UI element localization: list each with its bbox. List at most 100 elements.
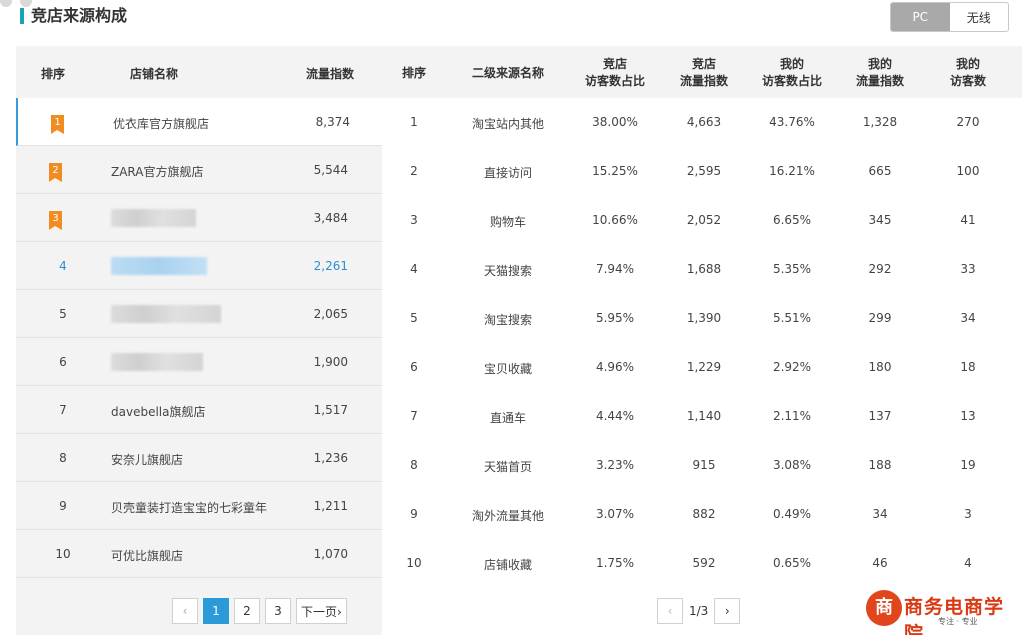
row-my-visitor-share: 2.92% (772, 360, 812, 374)
rank-medal-icon: 1 (51, 115, 64, 134)
shop-name: 贝壳童装打造宝宝的七彩童年 (111, 501, 268, 515)
shop-name: 优衣库官方旗舰店 (113, 117, 210, 131)
row-rank: 3 (410, 213, 418, 227)
row-my-visitor-share: 16.21% (769, 164, 815, 178)
page-button-2[interactable]: 2 (234, 598, 260, 624)
row-source-name: 直通车 (489, 411, 526, 425)
page-button-1[interactable]: 1 (203, 598, 229, 624)
title-accent-bar (20, 8, 24, 24)
row-my-visitors: 18 (960, 360, 976, 374)
next-page-button[interactable]: › (714, 598, 741, 624)
row-my-visitors: 34 (960, 311, 976, 325)
device-toggle[interactable]: PC 无线 (890, 2, 1009, 32)
shop-row[interactable]: 4 2,261 (16, 242, 382, 290)
shop-traffic-value: 5,544 (313, 163, 348, 177)
row-rank: 8 (410, 458, 418, 472)
source-row[interactable]: 7 直通车 4.44% 1,140 2.11% 137 13 (382, 392, 1022, 441)
shop-name: 可优比旗舰店 (111, 549, 184, 563)
rank-medal-icon: 3 (49, 211, 62, 230)
row-source-name: 淘宝站内其他 (471, 117, 544, 131)
row-rival-traffic-index: 592 (692, 556, 716, 570)
page-button-3[interactable]: 3 (265, 598, 291, 624)
source-row[interactable]: 2 直接访问 15.25% 2,595 16.21% 665 100 (382, 147, 1022, 196)
row-my-traffic-index: 665 (868, 164, 892, 178)
row-my-visitors: 41 (960, 213, 976, 227)
row-rank: 2 (410, 164, 418, 178)
row-source-name: 直接访问 (483, 166, 532, 180)
row-rival-visitor-share: 3.23% (595, 458, 635, 472)
row-my-visitors: 4 (964, 556, 972, 570)
source-row[interactable]: 9 淘外流量其他 3.07% 882 0.49% 34 3 (382, 490, 1022, 539)
shop-pagination: ‹ 1 2 3 下一页› (172, 598, 352, 624)
row-my-visitors: 33 (960, 262, 976, 276)
row-my-visitor-share: 43.76% (769, 115, 815, 129)
shop-row[interactable]: 5 2,065 (16, 290, 382, 338)
source-row[interactable]: 4 天猫搜索 7.94% 1,688 5.35% 292 33 (382, 245, 1022, 294)
row-my-traffic-index: 137 (868, 409, 892, 423)
row-my-visitor-share: 3.08% (772, 458, 812, 472)
shop-row[interactable]: 3 3,484 (16, 194, 382, 242)
window-dot (0, 0, 12, 7)
shop-traffic-value: 2,065 (313, 307, 348, 321)
blurred-shop-name (111, 305, 221, 323)
row-rank: 10 (406, 556, 422, 570)
source-row[interactable]: 1 淘宝站内其他 38.00% 4,663 43.76% 1,328 270 (382, 98, 1022, 147)
row-rival-visitor-share: 7.94% (595, 262, 635, 276)
blurred-shop-name (111, 209, 196, 227)
row-source-name: 淘宝搜索 (483, 313, 532, 327)
row-rival-visitor-share: 3.07% (595, 507, 635, 521)
header-traffic-index: 流量指数 (306, 67, 355, 81)
header-line: 竞店 (691, 57, 716, 71)
shop-row[interactable]: 2 ZARA官方旗舰店 5,544 (16, 146, 382, 194)
row-source-name: 天猫首页 (483, 460, 532, 474)
shop-row[interactable]: 10 可优比旗舰店 1,070 (16, 530, 382, 578)
shop-rank: 5 (59, 307, 67, 321)
header-line: 我的 (779, 57, 804, 71)
shop-row[interactable]: 7 davebella旗舰店 1,517 (16, 386, 382, 434)
shop-row[interactable]: 9 贝壳童装打造宝宝的七彩童年 1,211 (16, 482, 382, 530)
watermark-tagline: 专注 · 专业 (938, 617, 978, 626)
shop-row[interactable]: 1 优衣库官方旗舰店 8,374 (16, 98, 382, 146)
header-my-traffic-index: 我的 流量指数 (835, 56, 925, 90)
row-my-visitor-share: 0.65% (772, 556, 812, 570)
header-rival-traffic-index: 竞店 流量指数 (659, 56, 749, 90)
row-rival-traffic-index: 2,052 (686, 213, 722, 227)
row-my-traffic-index: 46 (872, 556, 888, 570)
prev-page-button[interactable]: ‹ (172, 598, 198, 624)
shop-traffic-value: 2,261 (313, 259, 348, 273)
row-rank: 1 (410, 115, 418, 129)
source-row[interactable]: 8 天猫首页 3.23% 915 3.08% 188 19 (382, 441, 1022, 490)
header-line: 流量指数 (855, 74, 904, 88)
header-source-name: 二级来源名称 (471, 66, 544, 80)
row-rank: 9 (410, 507, 418, 521)
source-row[interactable]: 10 店铺收藏 1.75% 592 0.65% 46 4 (382, 539, 1022, 588)
header-line: 访客数占比 (584, 74, 645, 88)
source-breakdown-panel: 排序 二级来源名称 竞店 访客数占比 竞店 流量指数 我的 访客数占比 我的 流… (382, 46, 1022, 635)
row-rank: 7 (410, 409, 418, 423)
row-source-name: 购物车 (489, 215, 526, 229)
shop-traffic-value: 1,211 (313, 499, 348, 513)
toggle-mobile[interactable]: 无线 (950, 3, 1009, 31)
shop-rank: 7 (59, 403, 67, 417)
header-line: 竞店 (602, 57, 627, 71)
header-my-visitor-share: 我的 访客数占比 (747, 56, 837, 90)
shop-rank: 10 (55, 547, 71, 561)
row-rival-visitor-share: 4.44% (595, 409, 635, 423)
row-my-traffic-index: 34 (872, 507, 888, 521)
source-row[interactable]: 5 淘宝搜索 5.95% 1,390 5.51% 299 34 (382, 294, 1022, 343)
shop-row[interactable]: 6 1,900 (16, 338, 382, 386)
row-rival-traffic-index: 2,595 (686, 164, 722, 178)
source-row[interactable]: 3 购物车 10.66% 2,052 6.65% 345 41 (382, 196, 1022, 245)
row-rival-traffic-index: 4,663 (686, 115, 722, 129)
toggle-pc[interactable]: PC (891, 3, 950, 31)
row-my-traffic-index: 299 (868, 311, 892, 325)
row-my-visitor-share: 5.51% (772, 311, 812, 325)
shop-row[interactable]: 8 安奈儿旗舰店 1,236 (16, 434, 382, 482)
next-page-button[interactable]: 下一页› (296, 598, 347, 624)
header-shop-name: 店铺名称 (130, 67, 179, 81)
row-my-visitor-share: 2.11% (772, 409, 812, 423)
prev-page-button[interactable]: ‹ (657, 598, 683, 624)
shop-rank: 4 (59, 259, 67, 273)
row-my-traffic-index: 1,328 (862, 115, 898, 129)
source-row[interactable]: 6 宝贝收藏 4.96% 1,229 2.92% 180 18 (382, 343, 1022, 392)
